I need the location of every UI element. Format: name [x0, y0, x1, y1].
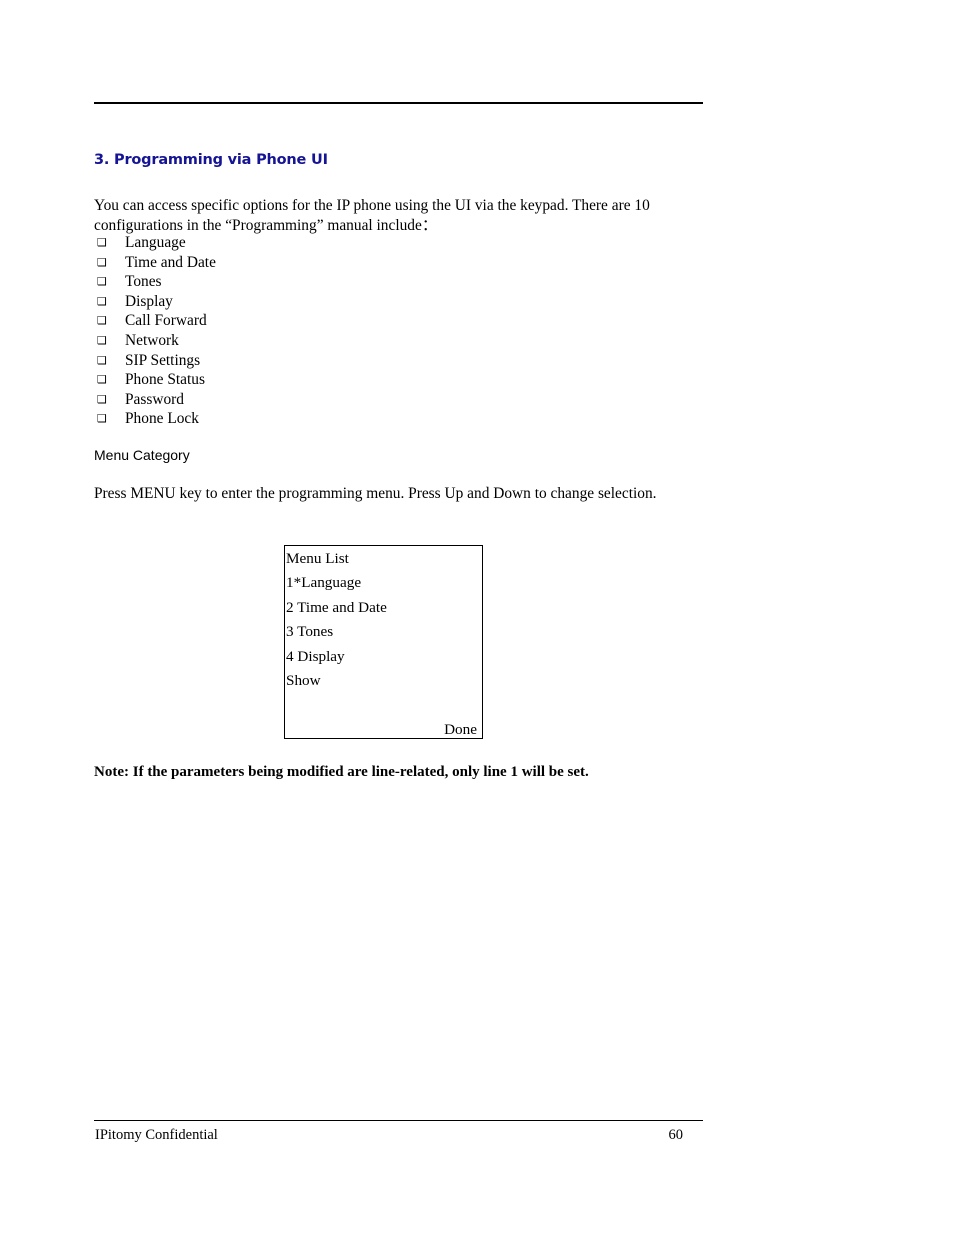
list-item-label: Tones	[125, 273, 162, 291]
list-item-label: SIP Settings	[125, 351, 201, 369]
list-item: ❑ Password	[94, 390, 594, 410]
screen-title: Menu List	[286, 550, 349, 567]
square-bullet-icon: ❑	[97, 275, 107, 289]
screen-menu-item-time-and-date: 2 Time and Date	[286, 599, 387, 616]
square-bullet-icon: ❑	[97, 333, 107, 347]
list-item: ❑ Display	[94, 292, 594, 312]
phone-screen-mockup: Menu List 1*Language 2 Time and Date 3 T…	[284, 545, 483, 739]
square-bullet-icon: ❑	[97, 314, 107, 328]
menu-instruction-text: Press MENU key to enter the programming …	[94, 485, 657, 502]
document-page: 3. Programming via Phone UI You can acce…	[0, 0, 954, 1235]
intro-paragraph: You can access specific options for the …	[94, 197, 650, 234]
screen-softkey-show: Show	[286, 672, 321, 689]
square-bullet-icon: ❑	[97, 392, 107, 406]
note-text: Note: If the parameters being modified a…	[94, 764, 589, 780]
screen-softkey-done: Done	[444, 721, 477, 738]
list-item-label: Time and Date	[125, 253, 216, 271]
square-bullet-icon: ❑	[97, 236, 107, 249]
list-item: ❑ Call Forward	[94, 311, 594, 331]
square-bullet-icon: ❑	[97, 412, 107, 426]
square-bullet-icon: ❑	[97, 353, 107, 367]
list-item: ❑ Network	[94, 331, 594, 351]
list-item: ❑ Phone Status	[94, 370, 594, 390]
menu-category-heading: Menu Category	[94, 447, 190, 463]
screen-menu-item-tones: 3 Tones	[286, 623, 334, 640]
list-item: ❑ SIP Settings	[94, 351, 594, 371]
header-divider	[94, 102, 703, 104]
list-item-label: Call Forward	[125, 312, 207, 330]
list-item-label: Network	[125, 331, 179, 349]
list-item-label: Password	[125, 390, 184, 408]
list-item: ❑ Tones	[94, 272, 594, 292]
screen-menu-item-display: 4 Display	[286, 648, 345, 665]
page-title: 3. Programming via Phone UI	[94, 152, 328, 168]
square-bullet-icon: ❑	[97, 255, 107, 269]
footer-page-number: 60	[668, 1127, 684, 1143]
footer-divider	[94, 1120, 703, 1121]
configuration-list: ❑ Language ❑ Time and Date ❑ Tones ❑ Dis…	[94, 233, 594, 429]
list-item-label: Language	[125, 234, 186, 251]
list-item: ❑ Language	[94, 233, 594, 253]
square-bullet-icon: ❑	[97, 373, 107, 387]
list-item-label: Display	[125, 292, 173, 310]
list-item: ❑ Time and Date	[94, 253, 594, 273]
square-bullet-icon: ❑	[97, 294, 107, 308]
list-item-label: Phone Lock	[125, 410, 199, 428]
screen-menu-item-language: 1*Language	[286, 574, 362, 591]
list-item-label: Phone Status	[125, 371, 205, 389]
list-item: ❑ Phone Lock	[94, 409, 594, 429]
